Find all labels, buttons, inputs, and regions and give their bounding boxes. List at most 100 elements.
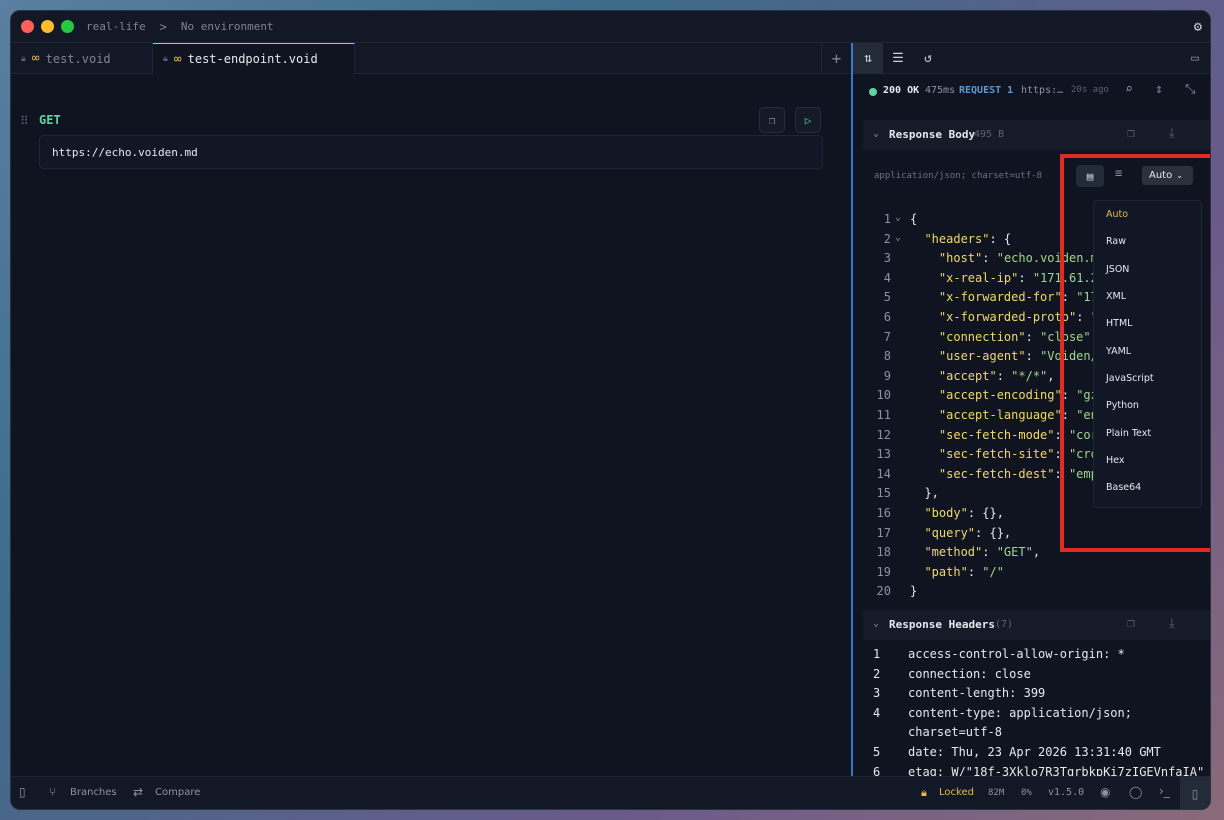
- header-line: 4 content-type: application/json;: [863, 705, 1210, 726]
- fold-icon[interactable]: ⌄: [895, 212, 901, 223]
- header-text: content-type: application/json;: [908, 705, 1132, 720]
- tab-test-void[interactable]: 🔒︎ ∞ test.void: [11, 43, 153, 74]
- line-number: 3: [883, 251, 891, 266]
- response-age: 20s ago: [1071, 85, 1109, 95]
- response-headers-title: Response Headers: [889, 618, 995, 631]
- line-number: 12: [876, 427, 891, 442]
- drag-handle-icon[interactable]: ⠿: [20, 114, 29, 128]
- cpu-usage: 0%: [1021, 788, 1032, 798]
- play-icon: ▷: [804, 113, 812, 127]
- response-headers-count: (7): [995, 619, 1014, 630]
- line-number: 17: [876, 525, 891, 540]
- line-number: 1: [873, 647, 881, 661]
- download-icon[interactable]: ⤓: [1169, 616, 1175, 631]
- fold-icon[interactable]: ⌄: [895, 232, 901, 243]
- line-number: 5: [873, 744, 881, 759]
- request-url: https:…: [1021, 85, 1064, 96]
- panel-toggle-icon[interactable]: ▯: [1180, 777, 1210, 809]
- tab-label: test.void: [45, 51, 111, 66]
- infinity-icon: ∞: [31, 51, 40, 66]
- header-line: 5 date: Thu, 23 Apr 2026 13:31:40 GMT: [863, 744, 1210, 765]
- branch-icon: ⑂: [49, 785, 57, 799]
- code-text: "query": {},: [924, 525, 1012, 540]
- locked-status[interactable]: Locked: [939, 787, 974, 798]
- list-icon[interactable]: ☰: [883, 43, 913, 74]
- maximize-window-button[interactable]: [61, 20, 74, 33]
- panel-icon[interactable]: ▭: [1180, 43, 1210, 74]
- memory-usage: 82M: [988, 788, 1005, 798]
- branches-button[interactable]: Branches: [70, 787, 117, 798]
- response-headers-header[interactable]: ⌄ Response Headers (7) ❐ ⤓: [863, 610, 1210, 640]
- line-number: 11: [876, 407, 891, 422]
- url-field[interactable]: https://echo.voiden.md: [39, 135, 823, 169]
- copy-icon[interactable]: ❐: [1127, 126, 1135, 141]
- sort-icon[interactable]: ⇅: [853, 43, 883, 74]
- environment-selector[interactable]: No environment: [181, 20, 274, 33]
- line-number: 4: [873, 705, 881, 720]
- compare-icon: ⇄: [133, 785, 144, 799]
- chevron-down-icon[interactable]: ⌄: [873, 618, 879, 629]
- compare-button[interactable]: Compare: [155, 787, 200, 798]
- tab-bar: 🔒︎ ∞ test.void 🔒︎ ∞ test-endpoint.void +: [11, 43, 851, 74]
- header-line: 1 access-control-allow-origin: *: [863, 647, 1210, 667]
- line-number: 3: [873, 686, 881, 701]
- code-text: "headers": {: [924, 231, 1012, 246]
- line-number: 2: [873, 666, 881, 681]
- request-label: REQUEST 1: [959, 85, 1014, 96]
- terminal-icon[interactable]: ›_: [1159, 784, 1170, 798]
- line-number: 15: [876, 486, 891, 501]
- response-toolbar: ⇅ ☰ ↺ ▭: [853, 43, 1210, 74]
- response-body-title: Response Body: [889, 128, 976, 141]
- lock-icon: 🔒︎: [21, 53, 26, 64]
- chat-icon[interactable]: ◯: [1129, 785, 1142, 799]
- response-body-size: 495 B: [974, 129, 1005, 140]
- copy-icon: ❐: [768, 113, 776, 127]
- title-bar: real-life > No environment ⚙: [11, 11, 1210, 43]
- app-version: v1.5.0: [1048, 787, 1085, 798]
- tab-test-endpoint-void[interactable]: 🔒︎ ∞ test-endpoint.void: [153, 43, 355, 74]
- panel-splitter[interactable]: [851, 43, 853, 778]
- header-text: access-control-allow-origin: *: [908, 647, 1125, 661]
- minimize-window-button[interactable]: [41, 20, 54, 33]
- code-text: "method": "GET",: [924, 545, 1041, 560]
- search-icon[interactable]: ⌕: [1125, 82, 1133, 97]
- copy-icon[interactable]: ❐: [1127, 616, 1135, 631]
- line-number: 14: [876, 466, 891, 481]
- sidebar-toggle-icon[interactable]: ▯: [19, 785, 26, 799]
- line-number: 5: [883, 290, 891, 305]
- window-controls: [21, 20, 74, 33]
- content-type: application/json; charset=utf-8: [874, 171, 1042, 181]
- app-window: real-life > No environment ⚙ 🔒︎ ∞ test.v…: [10, 10, 1211, 810]
- lock-icon: 🔒︎: [921, 786, 927, 799]
- run-request-button[interactable]: ▷: [795, 107, 821, 133]
- code-text: "path": "/": [924, 564, 1004, 579]
- status-code: 200 OK: [883, 85, 920, 96]
- tab-label: test-endpoint.void: [187, 52, 318, 66]
- http-method[interactable]: GET: [39, 113, 61, 127]
- line-number: 4: [883, 270, 891, 285]
- project-name[interactable]: real-life: [86, 20, 146, 33]
- status-bar: ▯ ⑂ Branches ⇄ Compare 🔒︎ Locked 82M 0% …: [11, 776, 1210, 809]
- line-number: 13: [876, 447, 891, 462]
- header-text: date: Thu, 23 Apr 2026 13:31:40 GMT: [908, 744, 1161, 759]
- gear-icon[interactable]: ⚙: [1194, 19, 1202, 35]
- add-tab-button[interactable]: +: [821, 43, 851, 74]
- collapse-icon[interactable]: ⤡: [1185, 82, 1195, 97]
- header-text: charset=utf-8: [908, 725, 1002, 740]
- response-body-header[interactable]: ⌄ Response Body 495 B ❐ ⤓: [863, 120, 1210, 150]
- history-icon[interactable]: ↺: [913, 43, 943, 74]
- code-text: }: [910, 584, 918, 599]
- header-text: connection: close: [908, 666, 1031, 681]
- github-icon[interactable]: ◉: [1100, 785, 1110, 799]
- code-text: {: [910, 212, 918, 226]
- response-headers-code[interactable]: 1 access-control-allow-origin: * 2 connecti…: [863, 647, 1210, 778]
- chevron-down-icon[interactable]: ⌄: [873, 128, 879, 139]
- request-editor: ⠿ GET ❐ ▷ https://echo.voiden.md: [11, 74, 851, 778]
- lock-icon: 🔒︎: [163, 54, 168, 64]
- close-window-button[interactable]: [21, 20, 34, 33]
- line-number: 7: [883, 329, 891, 344]
- expand-icon[interactable]: ⇕: [1155, 82, 1163, 97]
- download-icon[interactable]: ⤓: [1169, 126, 1175, 141]
- highlight-annotation: [1060, 154, 1210, 552]
- copy-request-button[interactable]: ❐: [759, 107, 785, 133]
